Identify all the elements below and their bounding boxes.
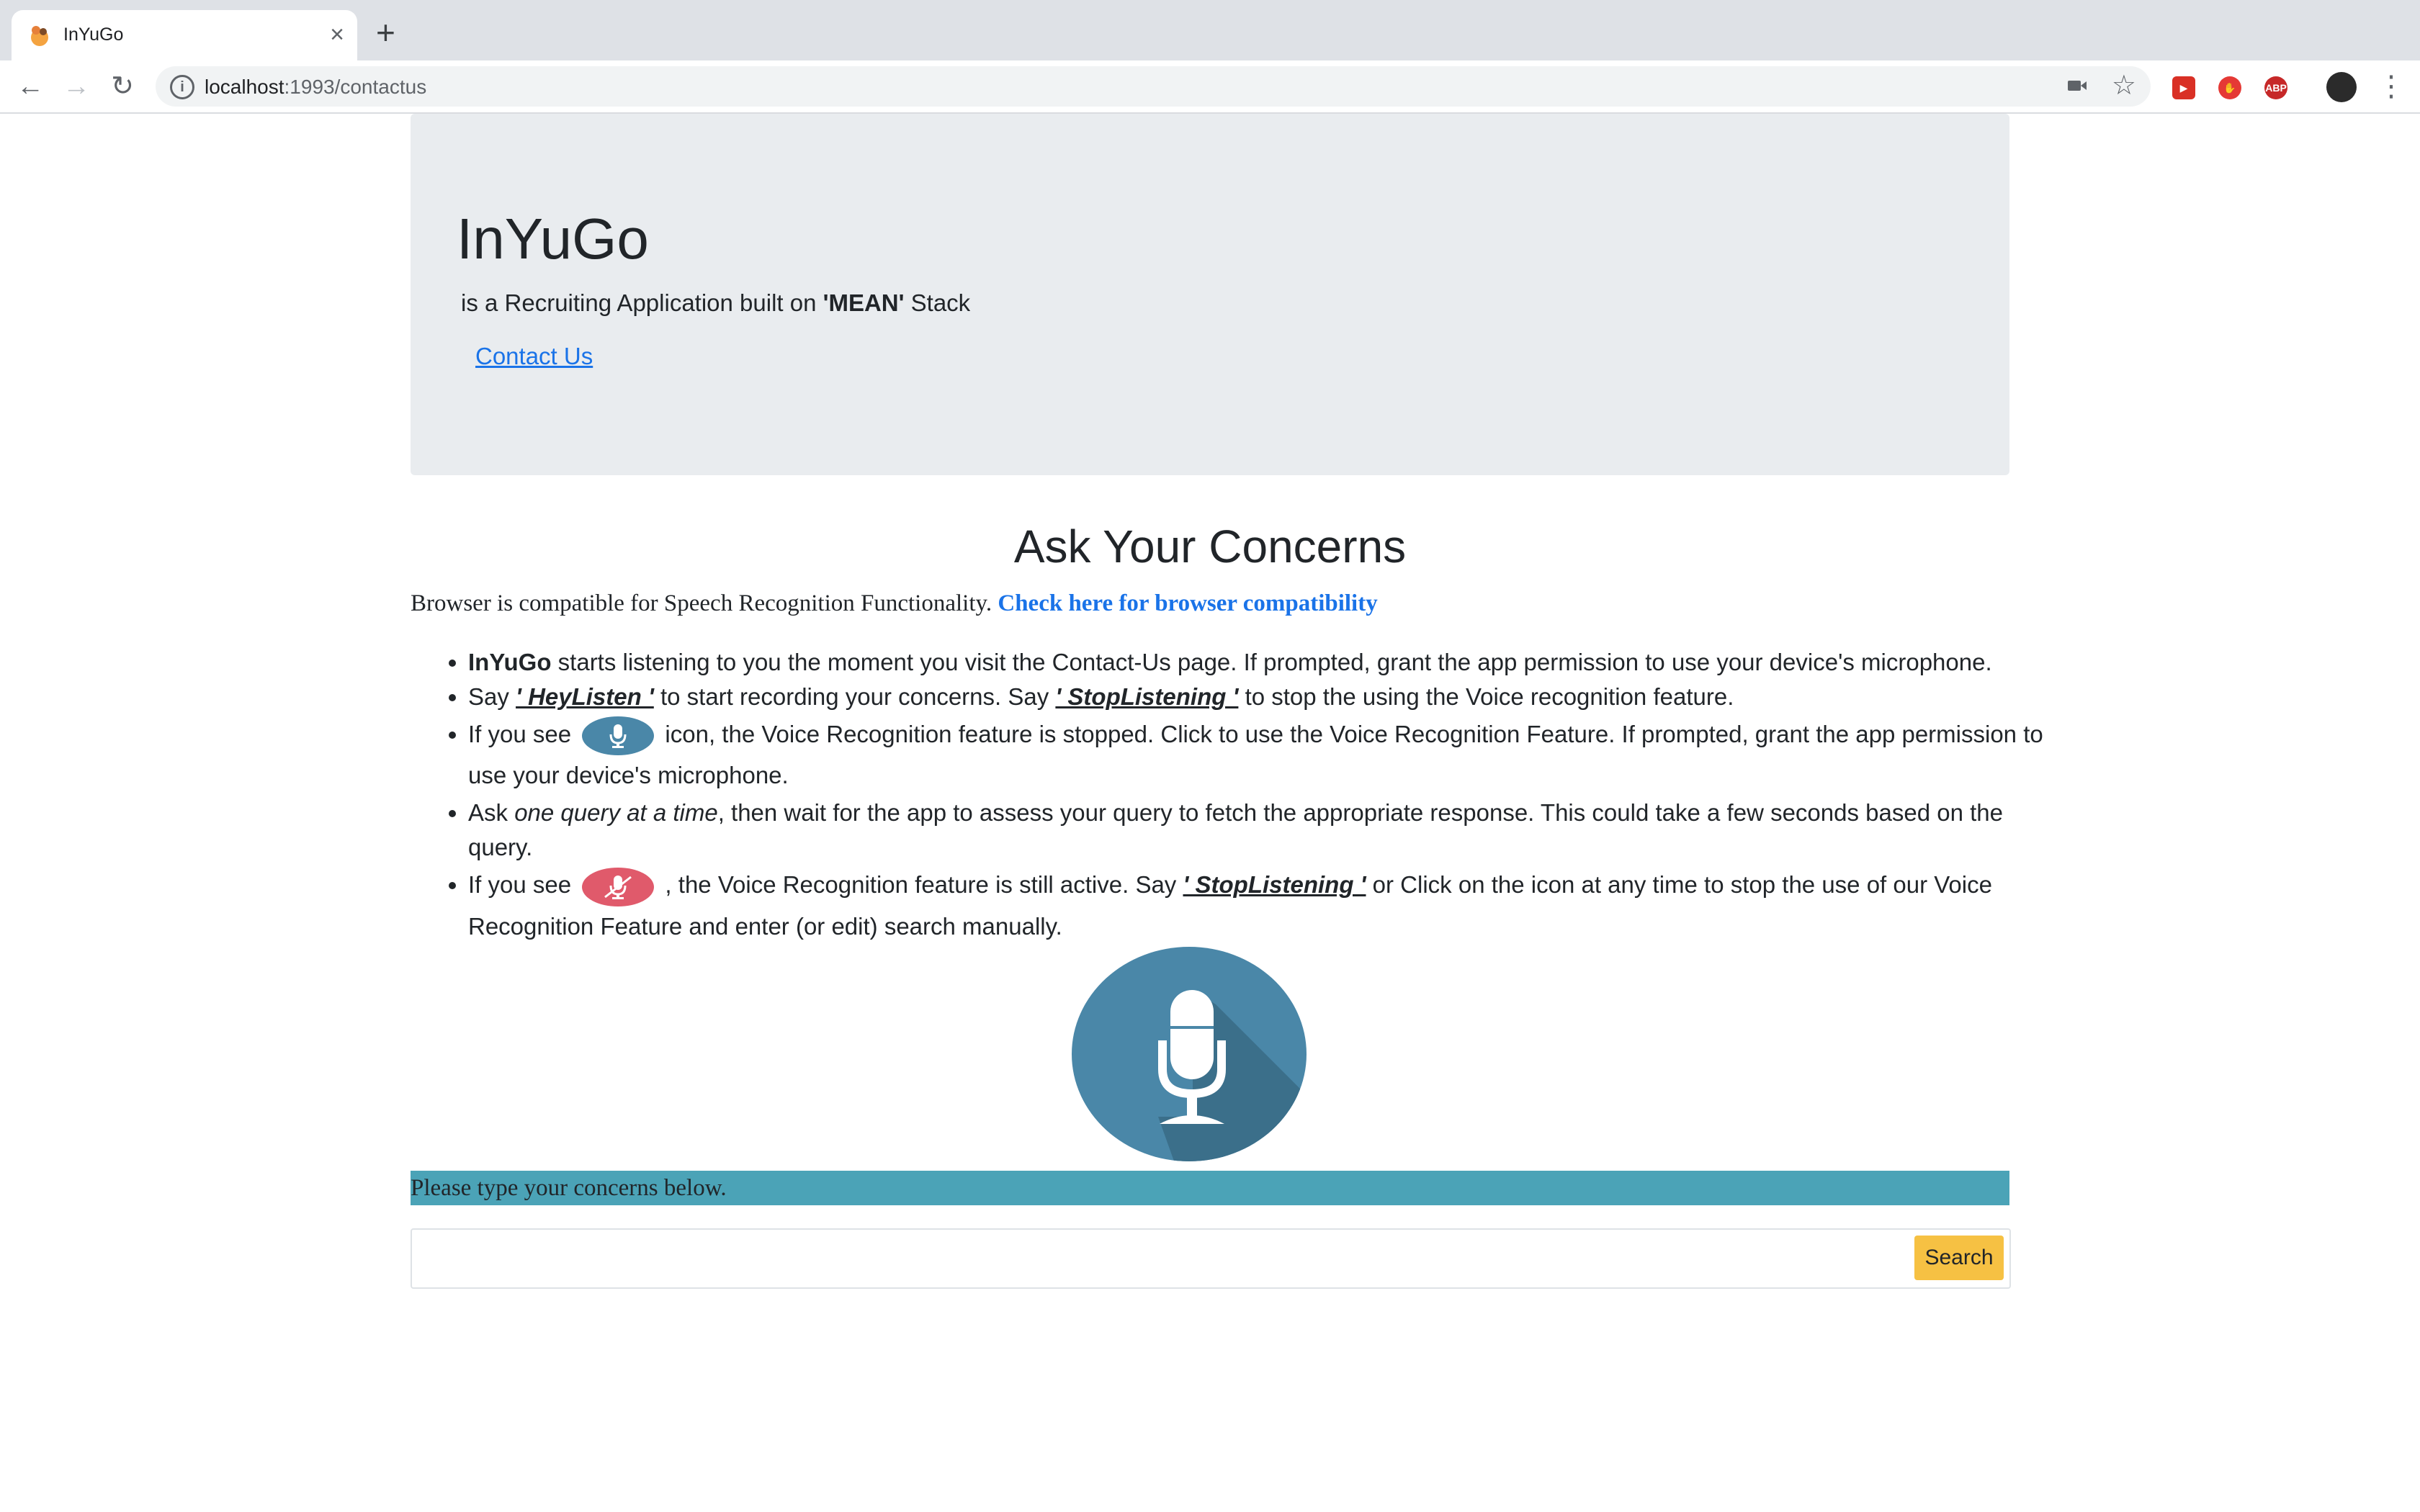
list-item: InYuGo starts listening to you the momen… xyxy=(468,645,2067,680)
hero-jumbotron: InYuGo is a Recruiting Application built… xyxy=(411,114,2009,475)
type-concerns-banner: Please type your concerns below. xyxy=(411,1171,2009,1205)
browser-tab[interactable]: InYuGo × xyxy=(12,10,357,60)
voice-recognition-microphone-button[interactable] xyxy=(1072,947,1307,1161)
close-tab-icon[interactable]: × xyxy=(330,20,344,49)
brand-subtitle: is a Recruiting Application built on 'ME… xyxy=(461,289,971,316)
search-form: Search xyxy=(411,1228,2011,1289)
contact-us-link[interactable]: Contact Us xyxy=(475,343,593,370)
browser-tab-bar: InYuGo × + xyxy=(0,0,2420,60)
list-item: If you see icon, the Voice Recognition f… xyxy=(468,714,2067,796)
site-info-icon[interactable]: i xyxy=(170,75,194,99)
extension-video-icon[interactable]: ▶ xyxy=(2172,76,2195,99)
forward-arrow-icon[interactable]: → xyxy=(62,72,91,101)
back-arrow-icon[interactable]: ← xyxy=(16,72,45,101)
adblock-plus-icon[interactable]: ABP xyxy=(2264,76,2287,99)
address-bar[interactable]: i localhost:1993/contactus ☆ xyxy=(156,66,2151,107)
browser-toolbar: ← → ↻ i localhost:1993/contactus ☆ ▶ ✋ A… xyxy=(0,60,2420,114)
search-button[interactable]: Search xyxy=(1914,1236,2004,1280)
concerns-search-input[interactable] xyxy=(418,1236,1991,1282)
tab-title: InYuGo xyxy=(63,24,124,45)
bookmark-star-icon[interactable]: ☆ xyxy=(2112,69,2136,102)
browser-compatibility-link[interactable]: Check here for browser compatibility xyxy=(998,590,1377,616)
extension-stop-icon[interactable]: ✋ xyxy=(2218,76,2241,99)
camera-icon[interactable] xyxy=(2067,78,2087,94)
address-url[interactable]: localhost:1993/contactus xyxy=(205,76,426,99)
browser-menu-icon[interactable]: ⋮ xyxy=(2377,69,2406,104)
list-item: Say ' HeyListen ' to start recording you… xyxy=(468,680,2067,714)
browser-compatibility-text: Browser is compatible for Speech Recogni… xyxy=(411,590,1378,616)
new-tab-icon[interactable]: + xyxy=(376,16,395,49)
microphone-on-icon xyxy=(582,716,655,756)
page-heading: Ask Your Concerns xyxy=(1013,521,1407,572)
list-item: Ask one query at a time, then wait for t… xyxy=(468,796,2067,865)
app-favicon-icon xyxy=(31,26,48,46)
list-item: If you see , the Voice Recognition featu… xyxy=(468,865,2067,946)
profile-avatar[interactable] xyxy=(2326,72,2357,102)
instructions-list: InYuGo starts listening to you the momen… xyxy=(411,645,2067,947)
brand-title: InYuGo xyxy=(457,207,649,271)
reload-icon[interactable]: ↻ xyxy=(108,72,137,101)
microphone-off-icon xyxy=(582,867,655,906)
